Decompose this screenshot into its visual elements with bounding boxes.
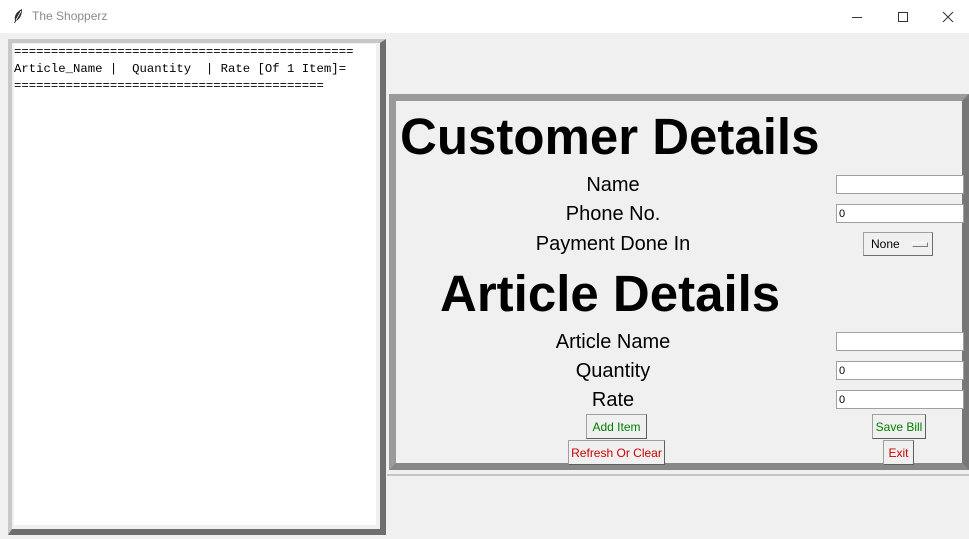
article-details-heading: Article Details xyxy=(440,265,781,322)
bottom-right-area xyxy=(387,474,969,537)
title-bar: The Shopperz xyxy=(0,0,969,33)
rate-input[interactable] xyxy=(836,390,964,409)
phone-input[interactable] xyxy=(836,204,964,223)
exit-button[interactable]: Exit xyxy=(883,440,914,465)
quantity-input[interactable] xyxy=(836,361,964,380)
rate-label: Rate xyxy=(591,389,635,411)
minimize-button[interactable] xyxy=(834,0,880,33)
article-name-label: Article Name xyxy=(555,331,671,353)
bill-panel: ========================================… xyxy=(8,39,386,535)
quantity-label: Quantity xyxy=(575,360,651,382)
maximize-icon xyxy=(897,11,909,23)
refresh-button[interactable]: Refresh Or Clear xyxy=(568,440,665,465)
bill-line-2: Article_Name | Quantity | Rate [Of 1 Ite… xyxy=(14,62,347,76)
payment-label: Payment Done In xyxy=(535,233,691,255)
payment-select-value: None xyxy=(871,237,900,251)
add-item-button[interactable]: Add Item xyxy=(586,414,647,439)
maximize-button[interactable] xyxy=(880,0,926,33)
bill-text-area[interactable]: ========================================… xyxy=(14,44,376,525)
window-title: The Shopperz xyxy=(32,9,108,23)
option-indicator-icon xyxy=(912,242,928,247)
save-bill-button[interactable]: Save Bill xyxy=(872,414,926,439)
name-label: Name xyxy=(586,174,640,196)
name-input[interactable] xyxy=(836,175,964,194)
payment-select[interactable]: None xyxy=(863,232,933,256)
bill-line-1: ========================================… xyxy=(14,45,354,59)
customer-details-heading: Customer Details xyxy=(400,108,820,165)
article-name-input[interactable] xyxy=(836,332,964,351)
phone-label: Phone No. xyxy=(565,203,661,225)
minimize-icon xyxy=(851,11,863,23)
feather-icon xyxy=(10,8,26,24)
close-icon xyxy=(942,11,954,23)
bill-line-3: ========================================… xyxy=(14,79,324,93)
top-right-area xyxy=(387,33,969,93)
close-button[interactable] xyxy=(925,0,969,33)
